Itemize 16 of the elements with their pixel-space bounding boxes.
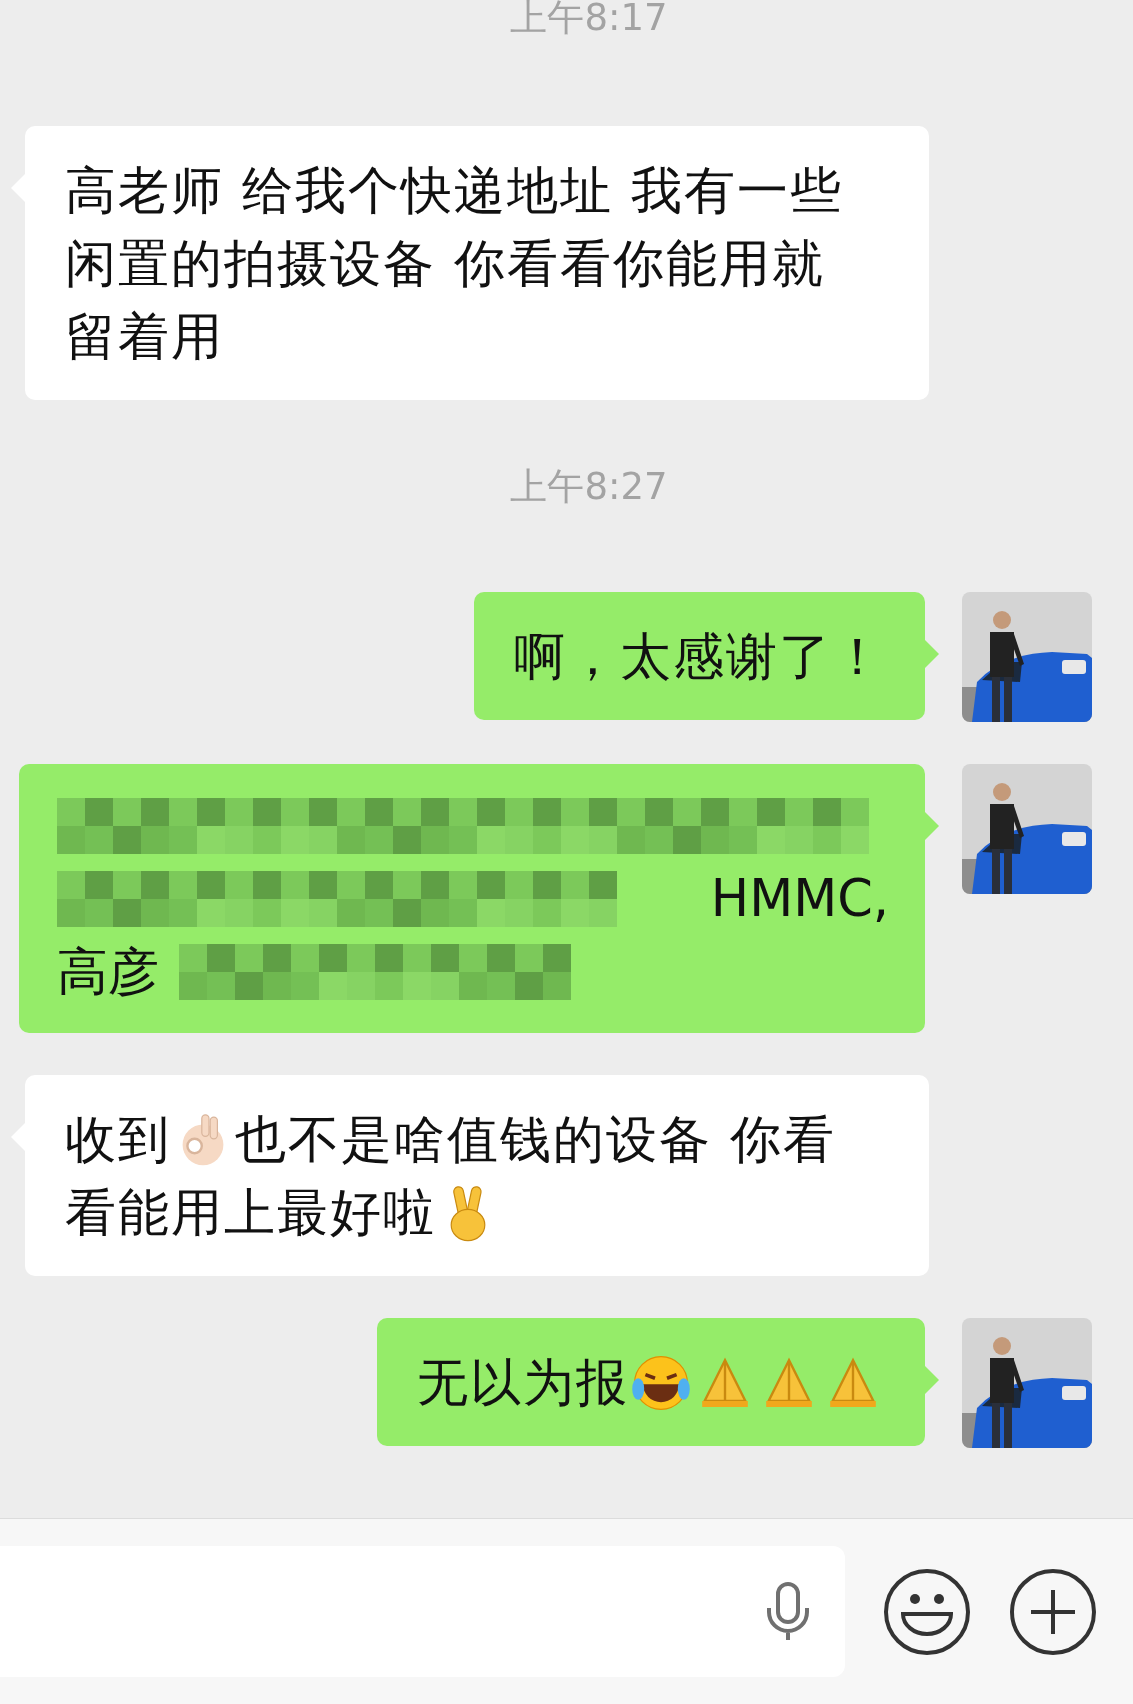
- message-text: 无以为报: [417, 1352, 629, 1414]
- message-text: 闲置的拍摄设备 你看看你能用就: [65, 233, 826, 295]
- message-text: 收到: [65, 1109, 171, 1171]
- add-button[interactable]: [1009, 1567, 1097, 1656]
- message-text: HMMC,: [710, 868, 889, 930]
- message-text: 也不是啥值钱的设备 你看: [235, 1109, 837, 1171]
- message-text: 留着用: [65, 306, 224, 368]
- message-text: 啊，太感谢了！: [514, 626, 885, 688]
- message-text: 高老师 给我个快递地址 我有一些: [65, 160, 844, 222]
- message-text: 高彦: [57, 941, 159, 1003]
- timestamp: 上午8:27: [510, 465, 668, 508]
- emoji-button[interactable]: [883, 1567, 971, 1656]
- microphone-icon[interactable]: [766, 1581, 810, 1642]
- message-text: 看能用上最好啦: [65, 1182, 436, 1244]
- message-input-field[interactable]: [0, 1546, 845, 1677]
- timestamp: 上午8:17: [510, 0, 668, 39]
